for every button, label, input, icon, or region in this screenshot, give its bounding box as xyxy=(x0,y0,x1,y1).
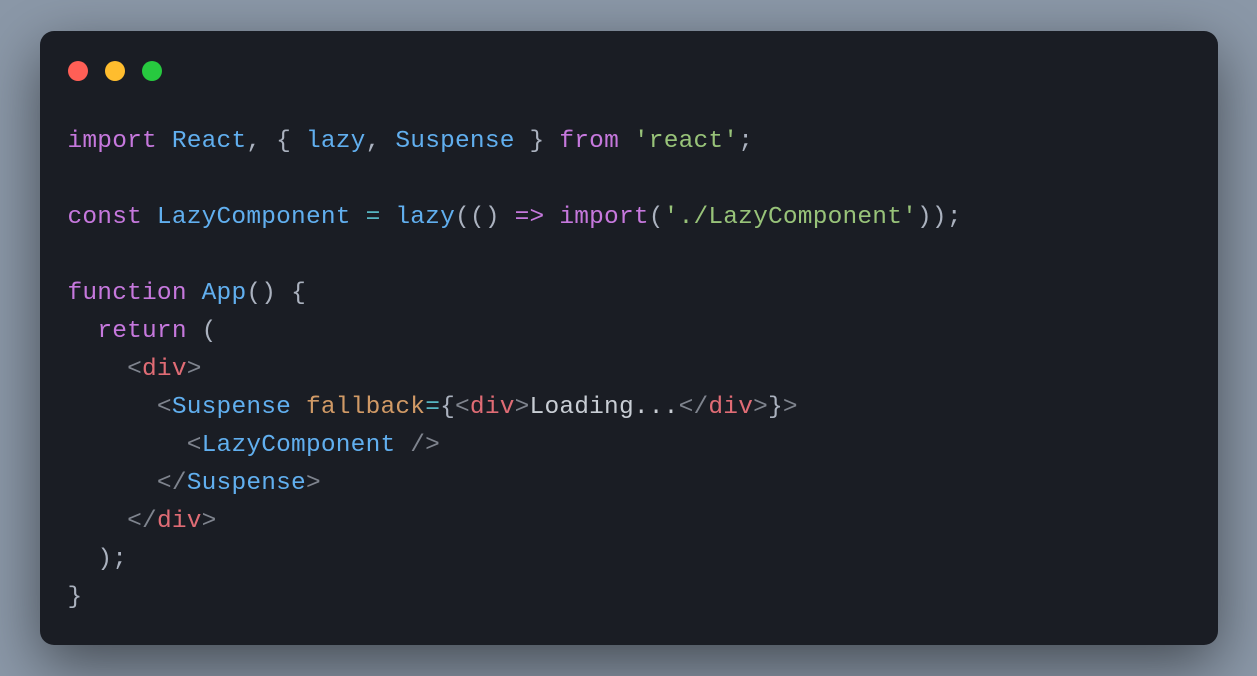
close-icon[interactable] xyxy=(68,61,88,81)
str-react: 'react' xyxy=(634,128,738,155)
id-lazy: lazy xyxy=(306,128,366,155)
id-suspense: Suspense xyxy=(395,128,514,155)
zoom-icon[interactable] xyxy=(142,61,162,81)
kw-function: function xyxy=(68,280,187,307)
code-block: import React, { lazy, Suspense } from 'r… xyxy=(40,87,1218,617)
line-12: ); xyxy=(68,546,128,573)
line-3: const LazyComponent = lazy(() => import(… xyxy=(68,204,962,231)
kw-from: from xyxy=(559,128,619,155)
id-react: React xyxy=(172,128,247,155)
line-8: <Suspense fallback={<div>Loading...</div… xyxy=(68,394,798,421)
code-window: import React, { lazy, Suspense } from 'r… xyxy=(40,31,1218,645)
line-7: <div> xyxy=(68,356,202,383)
line-13: } xyxy=(68,584,83,611)
str-path: './LazyComponent' xyxy=(664,204,917,231)
kw-import: import xyxy=(68,128,157,155)
line-1: import React, { lazy, Suspense } from 'r… xyxy=(68,128,754,155)
dyn-import: import xyxy=(559,204,648,231)
tag-suspense: Suspense xyxy=(172,394,291,421)
kw-return: return xyxy=(97,318,186,345)
minimize-icon[interactable] xyxy=(105,61,125,81)
line-11: </div> xyxy=(68,508,217,535)
line-10: </Suspense> xyxy=(68,470,321,497)
line-6: return ( xyxy=(68,318,217,345)
tag-lazycomponent: LazyComponent xyxy=(202,432,396,459)
line-9: <LazyComponent /> xyxy=(68,432,441,459)
line-5: function App() { xyxy=(68,280,306,307)
kw-const: const xyxy=(68,204,143,231)
attr-fallback: fallback xyxy=(306,394,425,421)
fn-app: App xyxy=(202,280,247,307)
window-titlebar xyxy=(40,31,1218,87)
txt-loading: Loading... xyxy=(530,394,679,421)
tag-div-open: div xyxy=(142,356,187,383)
tag-div-close: div xyxy=(157,508,202,535)
id-lazycomponent: LazyComponent xyxy=(157,204,351,231)
call-lazy: lazy xyxy=(395,204,455,231)
